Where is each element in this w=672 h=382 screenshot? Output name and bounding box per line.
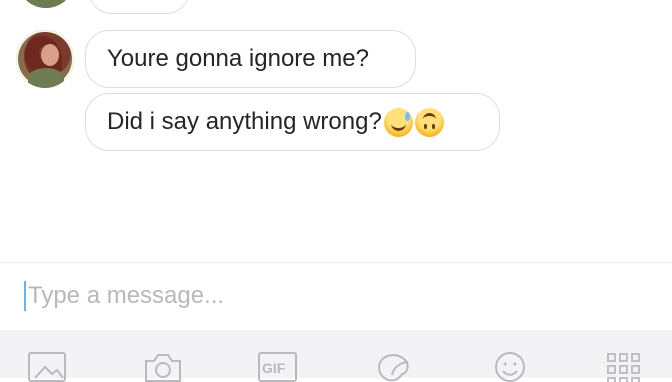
camera-button[interactable] [143, 352, 183, 382]
avatar-shirt [29, 0, 65, 8]
message-text: Youre gonna ignore me? [107, 45, 369, 72]
gif-label: GIF [262, 360, 286, 376]
message-bubble[interactable]: Did i say anything wrong? [85, 93, 500, 151]
attachment-toolbar: GIF [0, 330, 672, 382]
image-button[interactable] [28, 352, 68, 382]
message-input[interactable] [28, 279, 638, 313]
sender-avatar[interactable] [16, 30, 74, 88]
text-cursor [24, 281, 26, 311]
emoji-button[interactable] [490, 352, 530, 382]
conversation-area: Youre gonna ignore me? Did i say anythin… [0, 0, 672, 262]
gif-button[interactable]: GIF [258, 352, 298, 382]
sender-avatar-partial[interactable] [17, 0, 75, 8]
previous-message-bubble-partial[interactable] [88, 0, 190, 14]
avatar-face [41, 44, 59, 66]
sticker-button[interactable] [374, 352, 414, 382]
apps-grid-button[interactable] [604, 352, 644, 382]
message-text: Did i say anything wrong? [107, 108, 382, 135]
message-composer [0, 262, 672, 330]
message-bubble[interactable]: Youre gonna ignore me? [85, 30, 416, 88]
grinning-sweat-emoji-icon [383, 107, 413, 137]
upside-down-face-emoji-icon [414, 107, 444, 137]
avatar-shirt [28, 68, 64, 88]
